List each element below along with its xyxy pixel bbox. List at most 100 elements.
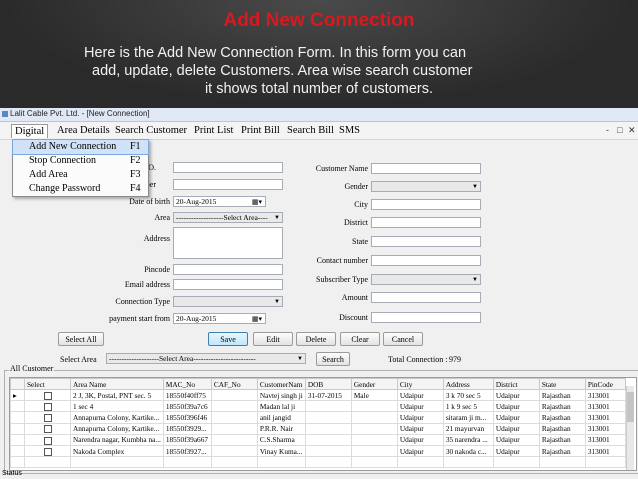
table-row[interactable]: Annapurna Colony, Kartike... 18550f3929..… <box>10 422 626 435</box>
table-row[interactable]: 1 sec 4 18550f39a7c6 Madan lal ji Udaipur 1 … <box>10 400 626 413</box>
menu-item-shortcut: F2 <box>130 155 141 166</box>
city-input[interactable] <box>371 199 481 210</box>
menu-item-add-area[interactable]: Add Area F3 <box>13 168 148 182</box>
gender-select[interactable]: ▼ <box>371 181 481 192</box>
checkbox[interactable] <box>43 447 52 456</box>
edit-button[interactable]: Edit <box>253 332 293 346</box>
table-cell <box>210 456 258 469</box>
checkbox[interactable] <box>43 391 52 400</box>
id-no-input[interactable] <box>173 162 283 173</box>
dob-datepicker[interactable]: 20-Aug-2015 ▦▾ <box>173 196 266 207</box>
save-button[interactable]: Save <box>208 332 248 346</box>
table-row[interactable]: Annapurna Colony, Kartike... 18550f396f46… <box>10 411 626 424</box>
column-header[interactable]: PinCode <box>584 378 626 390</box>
column-header[interactable]: District <box>492 378 540 390</box>
row-indicator <box>10 422 25 435</box>
menu-item-label: Change Password <box>29 183 101 194</box>
column-header[interactable]: Select <box>24 378 71 390</box>
table-cell: 313001 <box>584 400 626 413</box>
restore-icon[interactable]: □ <box>617 125 622 135</box>
table-cell <box>350 422 398 435</box>
scrollbar-thumb[interactable] <box>627 392 634 422</box>
search-button[interactable]: Search <box>316 352 350 366</box>
table-body: ▸ 2 J, 3K, Postal, PNT sec. 5 18550f40ff75… <box>10 388 626 469</box>
slide-title: Add New Connection <box>223 10 415 31</box>
row-indicator <box>10 411 25 424</box>
delete-button[interactable]: Delete <box>296 332 336 346</box>
column-header[interactable]: CAF_No <box>210 378 258 390</box>
checkbox[interactable] <box>43 402 52 411</box>
minimize-icon[interactable]: - <box>606 125 609 135</box>
discount-input[interactable] <box>371 312 481 323</box>
checkbox[interactable] <box>43 425 52 434</box>
column-header[interactable]: CustomerNam <box>256 378 306 390</box>
connection-type-select[interactable]: ▼ <box>173 296 283 307</box>
menu-print-bill[interactable]: Print Bill <box>238 124 283 137</box>
table-cell: P.R.R. Nair <box>256 422 306 435</box>
subscriber-type-select[interactable]: ▼ <box>371 274 481 285</box>
column-header[interactable]: DOB <box>304 378 352 390</box>
district-input[interactable] <box>371 217 481 228</box>
payment-start-datepicker[interactable]: 20-Aug-2015 ▦▾ <box>173 313 266 324</box>
column-header[interactable]: Address <box>442 378 494 390</box>
calendar-dropdown-icon[interactable]: ▦▾ <box>252 314 262 324</box>
status-text: Status <box>2 470 22 477</box>
chevron-down-icon: ▼ <box>274 215 280 221</box>
table-cell: Udaipur <box>396 422 444 435</box>
table-cell: Udaipur <box>492 444 540 458</box>
select-checkbox-cell[interactable] <box>24 444 71 458</box>
table-row[interactable]: ▸ 2 J, 3K, Postal, PNT sec. 5 18550f40ff75… <box>10 388 626 402</box>
table-row[interactable]: Nakoda Complex 18550f3927... Vinay Kuma...… <box>10 444 626 458</box>
table-cell: 313001 <box>584 411 626 424</box>
menu-item-change-password[interactable]: Change Password F4 <box>13 182 148 196</box>
table-cell: Vinay Kuma... <box>256 444 306 458</box>
select-checkbox-cell[interactable] <box>24 400 71 413</box>
amount-input[interactable] <box>371 292 481 303</box>
table-cell: Rajasthan <box>538 411 586 424</box>
table-cell: 313001 <box>584 444 626 458</box>
contact-input[interactable] <box>371 255 481 266</box>
menu-area-details[interactable]: Area Details <box>54 124 113 137</box>
checkbox[interactable] <box>43 414 52 423</box>
address-label: Address <box>143 234 170 243</box>
column-header[interactable]: City <box>396 378 444 390</box>
table-row[interactable] <box>10 456 626 469</box>
menu-digital[interactable]: Digital <box>11 124 49 138</box>
area-select[interactable]: -------------------Select Area---- ▼ <box>173 212 283 223</box>
table-cell <box>162 456 212 469</box>
customer-name-input[interactable] <box>371 163 481 174</box>
table-cell: 18550f3927... <box>162 444 212 458</box>
grid-scrollbar[interactable] <box>626 386 634 470</box>
calendar-dropdown-icon[interactable]: ▦▾ <box>252 197 262 207</box>
menu-item-stop-connection[interactable]: Stop Connection F2 <box>13 154 148 168</box>
email-input[interactable] <box>173 279 283 290</box>
select-area-dropdown[interactable]: --------------------Select Area---------… <box>106 353 306 364</box>
table-row[interactable]: Narendra nagar, Kumbha na... 18550f39a667… <box>10 433 626 446</box>
select-checkbox-cell[interactable] <box>24 422 71 435</box>
cancel-button[interactable]: Cancel <box>383 332 423 346</box>
select-checkbox-cell[interactable] <box>24 433 71 446</box>
number-input[interactable] <box>173 179 283 190</box>
close-icon[interactable]: ✕ <box>628 125 636 136</box>
column-header[interactable]: MAC_No <box>162 378 212 390</box>
menu-sms[interactable]: SMS <box>336 124 363 137</box>
state-input[interactable] <box>371 236 481 247</box>
menu-item-add-new-connection[interactable]: Add New Connection F1 <box>12 139 149 155</box>
address-textarea[interactable] <box>173 227 283 259</box>
column-header[interactable]: Gender <box>350 378 398 390</box>
customer-grid[interactable]: Select Area Name MAC_No CAF_No CustomerN… <box>9 377 637 471</box>
table-cell[interactable] <box>24 456 71 469</box>
select-checkbox-cell[interactable] <box>24 388 71 402</box>
column-header[interactable]: Area Name <box>70 378 164 390</box>
menu-item-shortcut: F1 <box>130 141 141 152</box>
pincode-input[interactable] <box>173 264 283 275</box>
menu-print-list[interactable]: Print List <box>191 124 236 137</box>
column-header[interactable]: State <box>538 378 586 390</box>
menu-search-bill[interactable]: Search Bill <box>284 124 337 137</box>
select-all-button[interactable]: Select All <box>58 332 104 346</box>
gender-label: Gender <box>344 182 368 191</box>
checkbox[interactable] <box>43 436 52 445</box>
clear-button[interactable]: Clear <box>340 332 380 346</box>
menu-search-customer[interactable]: Search Customer <box>112 124 190 137</box>
select-checkbox-cell[interactable] <box>24 411 71 424</box>
